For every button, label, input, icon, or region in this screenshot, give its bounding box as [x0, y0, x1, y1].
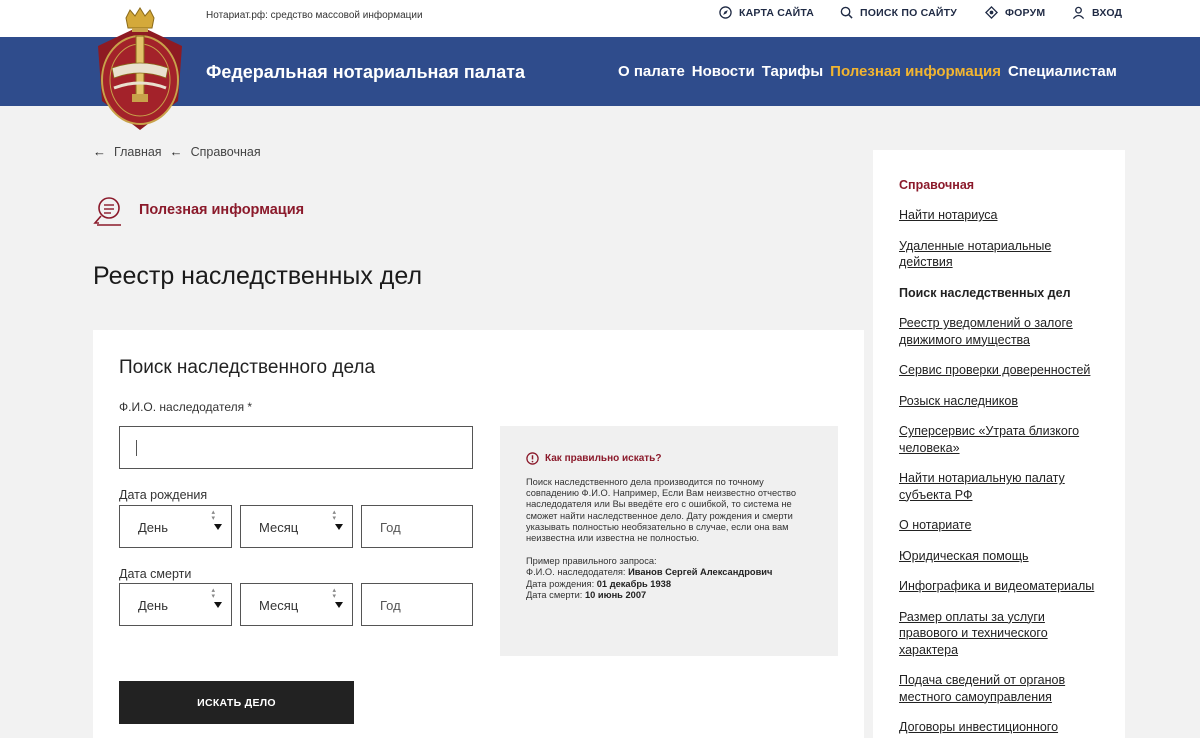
sitemap-link[interactable]: КАРТА САЙТА: [719, 6, 814, 19]
spinner-arrows-icon: ▴ ▾: [332, 509, 336, 522]
chevron-down-icon: [214, 524, 222, 530]
chevron-down-icon: [214, 602, 222, 608]
sidebar-item-remote-actions[interactable]: Удаленные нотариальные действия: [899, 238, 1099, 271]
forum-icon: [985, 6, 998, 19]
info-icon: [526, 452, 539, 465]
main-nav: О палате Новости Тарифы Полезная информа…: [618, 63, 1117, 80]
text-cursor: [136, 440, 137, 456]
example-fio-value: Иванов Сергей Александрович: [628, 567, 773, 578]
death-year-input[interactable]: Год: [361, 583, 473, 626]
nav-item-tariffs[interactable]: Тарифы: [762, 63, 823, 80]
nav-item-news[interactable]: Новости: [692, 63, 755, 80]
login-link-label: ВХОД: [1092, 6, 1123, 19]
sidebar-item-local-gov-submissions[interactable]: Подача сведений от органов местного само…: [899, 672, 1099, 705]
search-card-title: Поиск наследственного дела: [119, 357, 376, 378]
site-search-link-label: ПОИСК ПО САЙТУ: [860, 6, 957, 19]
example-death-value: 10 июнь 2007: [584, 589, 647, 600]
nav-item-useful-info[interactable]: Полезная информация: [830, 63, 1001, 80]
help-text: Поиск наследственного дела производится …: [526, 477, 797, 544]
death-date-label: Дата смерти: [119, 567, 192, 581]
document-chat-icon: [93, 197, 121, 226]
example-birth: Дата рождения: 01 декабрь 1938: [526, 579, 812, 590]
sidebar-item-power-of-attorney-check[interactable]: Сервис проверки доверенностей: [899, 362, 1099, 379]
birth-year-input[interactable]: Год: [361, 505, 473, 548]
birth-date-label: Дата рождения: [119, 488, 208, 502]
birth-day-select[interactable]: День ▴ ▾: [119, 505, 232, 548]
breadcrumb-item-reference[interactable]: Справочная: [191, 145, 261, 159]
back-arrow-icon: ←: [169, 144, 183, 159]
sidebar-item-inheritance-search[interactable]: Поиск наследственных дел: [899, 285, 1099, 302]
sidebar-item-fees[interactable]: Размер оплаты за услуги правового и техн…: [899, 609, 1099, 659]
forum-link[interactable]: ФОРУМ: [985, 6, 1045, 19]
nav-item-specialists[interactable]: Специалистам: [1008, 63, 1117, 80]
help-title: Как правильно искать?: [526, 452, 812, 465]
death-day-value: День: [138, 598, 168, 613]
birth-month-select[interactable]: Месяц ▴ ▾: [240, 505, 353, 548]
sidebar-title[interactable]: Справочная: [899, 178, 1099, 192]
spinner-arrows-icon: ▴ ▾: [211, 509, 215, 522]
search-case-button[interactable]: ИСКАТЬ ДЕЛО: [119, 681, 354, 724]
example-fio: Ф.И.О. наследодателя: Иванов Сергей Алек…: [526, 567, 812, 578]
forum-link-label: ФОРУМ: [1005, 6, 1046, 19]
fio-input[interactable]: [119, 426, 473, 469]
search-card: Поиск наследственного дела Ф.И.О. наслед…: [93, 330, 864, 738]
page-title: Реестр наследственных дел: [93, 262, 423, 290]
back-arrow-icon: ←: [93, 144, 106, 159]
breadcrumb-item-home[interactable]: Главная: [114, 145, 162, 159]
fio-label: Ф.И.О. наследодателя *: [119, 400, 253, 414]
sidebar-item-pledge-registry[interactable]: Реестр уведомлений о залоге движимого им…: [899, 315, 1099, 348]
user-icon: [1072, 6, 1085, 19]
birth-year-placeholder: Год: [380, 520, 401, 535]
death-month-value: Месяц: [259, 598, 299, 613]
example-birth-label: Дата рождения:: [526, 578, 595, 589]
reference-sidebar: Справочная Найти нотариуса Удаленные нот…: [873, 150, 1125, 738]
birth-day-value: День: [138, 520, 168, 535]
sitemap-link-label: КАРТА САЙТА: [739, 6, 815, 19]
death-year-placeholder: Год: [380, 598, 401, 613]
chevron-down-icon: [335, 602, 343, 608]
sidebar-item-heir-search[interactable]: Розыск наследников: [899, 393, 1099, 410]
birth-month-value: Месяц: [259, 520, 299, 535]
sidebar-item-find-notary[interactable]: Найти нотариуса: [899, 207, 1099, 224]
site-search-link[interactable]: ПОИСК ПО САЙТУ: [840, 6, 957, 19]
death-day-select[interactable]: День ▴ ▾: [119, 583, 232, 626]
brand-name[interactable]: Федеральная нотариальная палата: [206, 62, 525, 83]
chevron-down-icon: [335, 524, 343, 530]
section-label-text: Полезная информация: [139, 202, 305, 218]
section-label[interactable]: Полезная информация: [93, 194, 304, 226]
search-icon: [840, 6, 853, 19]
example-birth-value: 01 декабрь 1938: [596, 578, 671, 589]
notary-emblem-logo[interactable]: [92, 6, 188, 134]
sidebar-item-regional-chamber[interactable]: Найти нотариальную палату субъекта РФ: [899, 470, 1099, 503]
compass-icon: [719, 6, 732, 19]
nav-item-about[interactable]: О палате: [618, 63, 685, 80]
help-box: Как правильно искать? Поиск наследственн…: [500, 426, 838, 656]
example-death-label: Дата смерти:: [526, 589, 583, 600]
death-month-select[interactable]: Месяц ▴ ▾: [240, 583, 353, 626]
sidebar-item-loss-superservice[interactable]: Суперсервис «Утрата близкого человека»: [899, 423, 1099, 456]
help-example: Пример правильного запроса: Ф.И.О. насле…: [526, 556, 812, 601]
sidebar-item-investment-contracts[interactable]: Договоры инвестиционного: [899, 719, 1099, 736]
sidebar-item-legal-help[interactable]: Юридическая помощь: [899, 548, 1099, 565]
sidebar-item-infographics[interactable]: Инфографика и видеоматериалы: [899, 578, 1099, 595]
sidebar-item-about-notariat[interactable]: О нотариате: [899, 517, 1099, 534]
breadcrumb: ← Главная ← Справочная: [93, 144, 261, 159]
spinner-arrows-icon: ▴ ▾: [332, 587, 336, 600]
example-death: Дата смерти: 10 июнь 2007: [526, 590, 812, 601]
spinner-arrows-icon: ▴ ▾: [211, 587, 215, 600]
media-notice: Нотариат.рф: средство массовой информаци…: [206, 10, 423, 21]
help-title-text: Как правильно искать?: [545, 453, 662, 464]
example-title: Пример правильного запроса:: [526, 556, 657, 567]
example-fio-label: Ф.И.О. наследодателя:: [526, 567, 626, 578]
login-link[interactable]: ВХОД: [1072, 6, 1122, 19]
